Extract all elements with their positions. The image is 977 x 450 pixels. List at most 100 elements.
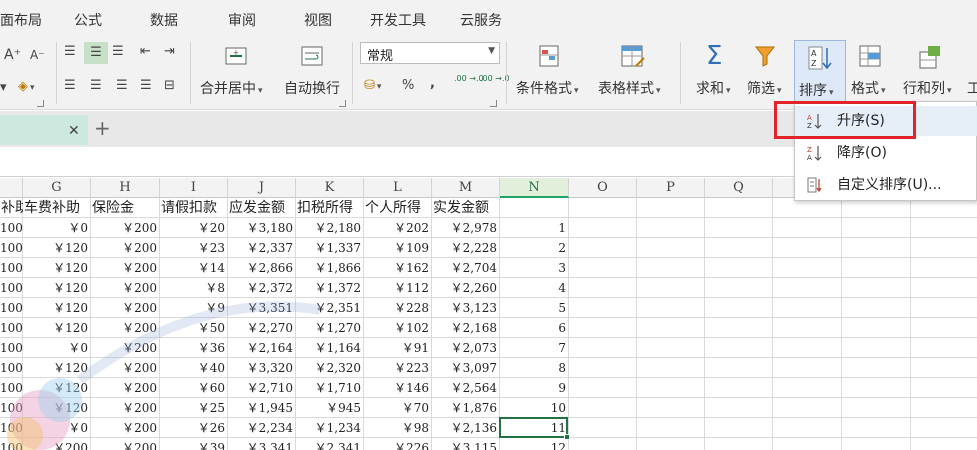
- data-cell[interactable]: ￥2,710: [228, 378, 296, 398]
- header-cell[interactable]: 应发金额: [228, 198, 296, 218]
- data-cell[interactable]: 100: [0, 218, 23, 238]
- data-cell[interactable]: ￥228: [364, 298, 432, 318]
- close-icon[interactable]: ✕: [68, 123, 80, 139]
- data-cell[interactable]: 3: [500, 258, 569, 278]
- align-left-icon[interactable]: ☰: [64, 78, 76, 94]
- data-cell[interactable]: ￥226: [364, 438, 432, 450]
- data-cell[interactable]: ￥2,260: [432, 278, 500, 298]
- indent-decrease-icon[interactable]: ⇤: [140, 44, 151, 60]
- data-cell[interactable]: 9: [500, 378, 569, 398]
- data-cell[interactable]: 100: [0, 378, 23, 398]
- table-style-button[interactable]: 表格样式 ▾: [598, 78, 661, 98]
- data-cell[interactable]: 100: [0, 338, 23, 358]
- data-cell[interactable]: ￥1,710: [296, 378, 364, 398]
- data-cell[interactable]: ￥3,320: [228, 358, 296, 378]
- data-cell[interactable]: ￥23: [160, 238, 228, 258]
- tab-view[interactable]: 视图: [304, 10, 332, 30]
- column-header-f[interactable]: [0, 178, 23, 198]
- data-cell[interactable]: ￥1,234: [296, 418, 364, 438]
- format-button[interactable]: 格式 ▾: [851, 78, 886, 98]
- data-cell[interactable]: ￥200: [91, 398, 160, 418]
- align-right-icon[interactable]: ☰: [116, 78, 128, 94]
- data-cell[interactable]: ￥2,564: [432, 378, 500, 398]
- column-header-j[interactable]: J: [228, 178, 296, 198]
- data-cell[interactable]: ￥2,164: [228, 338, 296, 358]
- filter-icon[interactable]: [754, 44, 778, 70]
- data-cell[interactable]: ￥9: [160, 298, 228, 318]
- data-cell[interactable]: 100: [0, 358, 23, 378]
- data-cell[interactable]: ￥200: [91, 418, 160, 438]
- filter-button[interactable]: 筛选 ▾: [747, 78, 782, 98]
- comma-button[interactable]: ,: [430, 76, 435, 92]
- data-cell[interactable]: ￥36: [160, 338, 228, 358]
- column-header-m[interactable]: M: [432, 178, 500, 198]
- format-icon[interactable]: [858, 44, 884, 70]
- sum-button[interactable]: 求和 ▾: [696, 78, 731, 98]
- alignment-dialog-launcher[interactable]: [339, 100, 346, 107]
- tab-page-layout[interactable]: 面布局: [0, 10, 42, 30]
- data-cell[interactable]: ￥2,270: [228, 318, 296, 338]
- data-cell[interactable]: 8: [500, 358, 569, 378]
- data-cell[interactable]: ￥2,320: [296, 358, 364, 378]
- data-cell[interactable]: ￥120: [23, 358, 91, 378]
- data-cell[interactable]: ￥2,351: [296, 298, 364, 318]
- data-cell[interactable]: ￥2,704: [432, 258, 500, 278]
- header-cell[interactable]: 补助: [0, 198, 23, 218]
- data-cell[interactable]: 6: [500, 318, 569, 338]
- data-cell[interactable]: ￥2,866: [228, 258, 296, 278]
- number-dialog-launcher[interactable]: [490, 100, 497, 107]
- data-cell[interactable]: ￥120: [23, 318, 91, 338]
- data-cell[interactable]: ￥120: [23, 258, 91, 278]
- data-cell[interactable]: ￥26: [160, 418, 228, 438]
- data-cell[interactable]: ￥0: [23, 418, 91, 438]
- row-column-button[interactable]: 行和列 ▾: [903, 78, 952, 98]
- data-cell[interactable]: ￥200: [91, 338, 160, 358]
- selected-cell[interactable]: [499, 417, 570, 440]
- data-cell[interactable]: ￥2,234: [228, 418, 296, 438]
- data-cell[interactable]: ￥200: [91, 318, 160, 338]
- data-cell[interactable]: 7: [500, 338, 569, 358]
- data-cell[interactable]: ￥162: [364, 258, 432, 278]
- header-cell[interactable]: 车费补助: [23, 198, 91, 218]
- data-cell[interactable]: ￥14: [160, 258, 228, 278]
- data-cell[interactable]: ￥50: [160, 318, 228, 338]
- data-cell[interactable]: ￥1,945: [228, 398, 296, 418]
- data-cell[interactable]: ￥120: [23, 378, 91, 398]
- data-cell[interactable]: ￥0: [23, 218, 91, 238]
- data-cell[interactable]: ￥3,123: [432, 298, 500, 318]
- align-middle-icon[interactable]: ☰: [84, 42, 108, 64]
- data-cell[interactable]: ￥200: [91, 438, 160, 450]
- header-cell[interactable]: 请假扣款: [160, 198, 228, 218]
- data-cell[interactable]: ￥3,180: [228, 218, 296, 238]
- data-cell[interactable]: ￥0: [23, 338, 91, 358]
- data-cell[interactable]: ￥40: [160, 358, 228, 378]
- data-cell[interactable]: 100: [0, 258, 23, 278]
- data-cell[interactable]: 100: [0, 398, 23, 418]
- indent-increase-icon[interactable]: ⇥: [164, 44, 175, 60]
- data-cell[interactable]: ￥60: [160, 378, 228, 398]
- data-cell[interactable]: ￥3,097: [432, 358, 500, 378]
- wrap-text-button[interactable]: 自动换行: [284, 78, 340, 98]
- align-top-icon[interactable]: ☰: [64, 44, 76, 60]
- tab-formulas[interactable]: 公式: [74, 10, 102, 30]
- header-cell[interactable]: 实发金额: [432, 198, 500, 218]
- fill-color-icon[interactable]: ◈ ▾: [18, 79, 35, 96]
- conditional-format-button[interactable]: 条件格式 ▾: [516, 78, 579, 98]
- column-header-k[interactable]: K: [296, 178, 364, 198]
- worksheet-button[interactable]: 工: [967, 78, 977, 98]
- data-cell[interactable]: ￥120: [23, 238, 91, 258]
- data-cell[interactable]: ￥2,337: [228, 238, 296, 258]
- sheet-grid[interactable]: 补助 车费补助 保险金 请假扣款 应发金额 扣税所得 个人所得 实发金额 100 ￥0 ￥200 ￥2…: [0, 198, 977, 450]
- currency-icon[interactable]: ⛁ ▾: [364, 78, 381, 95]
- data-cell[interactable]: ￥120: [23, 278, 91, 298]
- align-center-icon[interactable]: ☰: [90, 78, 102, 94]
- data-cell[interactable]: ￥2,168: [432, 318, 500, 338]
- custom-sort-item[interactable]: 自定义排序(U)...: [795, 170, 977, 200]
- data-cell[interactable]: ￥2,978: [432, 218, 500, 238]
- data-cell[interactable]: ￥200: [23, 438, 91, 450]
- data-cell[interactable]: ￥70: [364, 398, 432, 418]
- distributed-align-icon[interactable]: ⊟: [164, 78, 175, 94]
- data-cell[interactable]: ￥223: [364, 358, 432, 378]
- column-header-o[interactable]: O: [569, 178, 637, 198]
- data-cell[interactable]: ￥202: [364, 218, 432, 238]
